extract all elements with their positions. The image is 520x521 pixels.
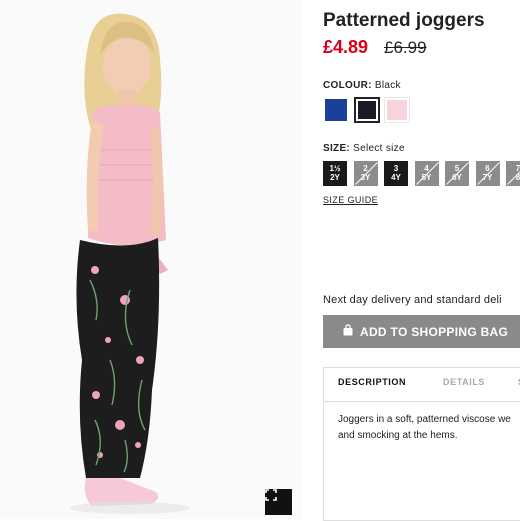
product-description: Joggers in a soft, patterned viscose we … xyxy=(338,412,520,444)
colour-label-key: COLOUR: xyxy=(323,80,372,91)
size-option-top: 1½ xyxy=(329,164,341,173)
size-option-top: 5 xyxy=(454,164,460,173)
size-option-bottom: 8 xyxy=(515,173,520,182)
colour-selected-value: Black xyxy=(374,80,401,91)
size-option-top: 7 xyxy=(515,164,520,173)
colour-label: COLOUR: Black xyxy=(323,80,401,91)
description-line-2: and smocking at the hems. xyxy=(338,430,458,441)
tab-description[interactable]: DESCRIPTION xyxy=(338,377,406,387)
sale-price: £4.89 xyxy=(323,37,369,57)
product-image xyxy=(0,0,302,519)
colour-swatch-pink[interactable] xyxy=(384,97,410,123)
tabs-divider xyxy=(324,401,520,402)
size-option-top: 6 xyxy=(485,164,490,173)
shopping-bag-icon xyxy=(342,324,354,339)
child-model-illustration xyxy=(70,13,190,514)
size-option[interactable]: 3 4Y xyxy=(384,161,408,186)
size-option[interactable]: 5 6Y xyxy=(445,161,469,186)
size-option-bottom: 4Y xyxy=(391,173,401,182)
size-option-top: 3 xyxy=(393,164,399,173)
original-price: £6.99 xyxy=(384,38,427,57)
fullscreen-button[interactable] xyxy=(265,489,292,515)
size-option[interactable]: 1½ 2Y xyxy=(323,161,347,186)
size-option[interactable]: 6 7Y xyxy=(475,161,500,186)
size-option[interactable]: 78 xyxy=(506,161,520,186)
size-option-bottom: 7Y xyxy=(482,173,493,182)
colour-swatch-blue[interactable] xyxy=(323,97,349,123)
colour-swatch-black[interactable] xyxy=(354,97,380,123)
size-option[interactable]: 4 5Y xyxy=(414,161,439,186)
size-option-top: 4 xyxy=(424,164,429,173)
fullscreen-icon xyxy=(265,489,277,501)
size-label: SIZE: Select size xyxy=(323,143,405,154)
size-option[interactable]: 2 3Y xyxy=(353,161,378,186)
product-info-panel: Patterned joggers £4.89 £6.99 COLOUR: Bl… xyxy=(323,0,520,521)
delivery-info: Next day delivery and standard deli xyxy=(323,294,502,306)
add-to-bag-label: ADD TO SHOPPING BAG xyxy=(360,324,509,339)
size-label-key: SIZE: xyxy=(323,143,351,154)
add-to-bag-button[interactable]: ADD TO SHOPPING BAG xyxy=(323,315,520,348)
product-tabs: DESCRIPTION DETAILS S Joggers in a soft,… xyxy=(323,367,520,521)
size-guide-link[interactable]: SIZE GUIDE xyxy=(323,195,378,205)
size-option-bottom: 3Y xyxy=(360,173,371,182)
size-placeholder: Select size xyxy=(353,143,405,154)
product-title: Patterned joggers xyxy=(323,10,485,31)
size-option-bottom: 6Y xyxy=(452,173,462,182)
tab-details[interactable]: DETAILS xyxy=(443,377,485,387)
size-option-bottom: 5Y xyxy=(421,173,432,182)
description-line-1: Joggers in a soft, patterned viscose we xyxy=(338,414,511,425)
size-option-top: 2 xyxy=(363,164,368,173)
size-option-bottom: 2Y xyxy=(330,173,340,182)
